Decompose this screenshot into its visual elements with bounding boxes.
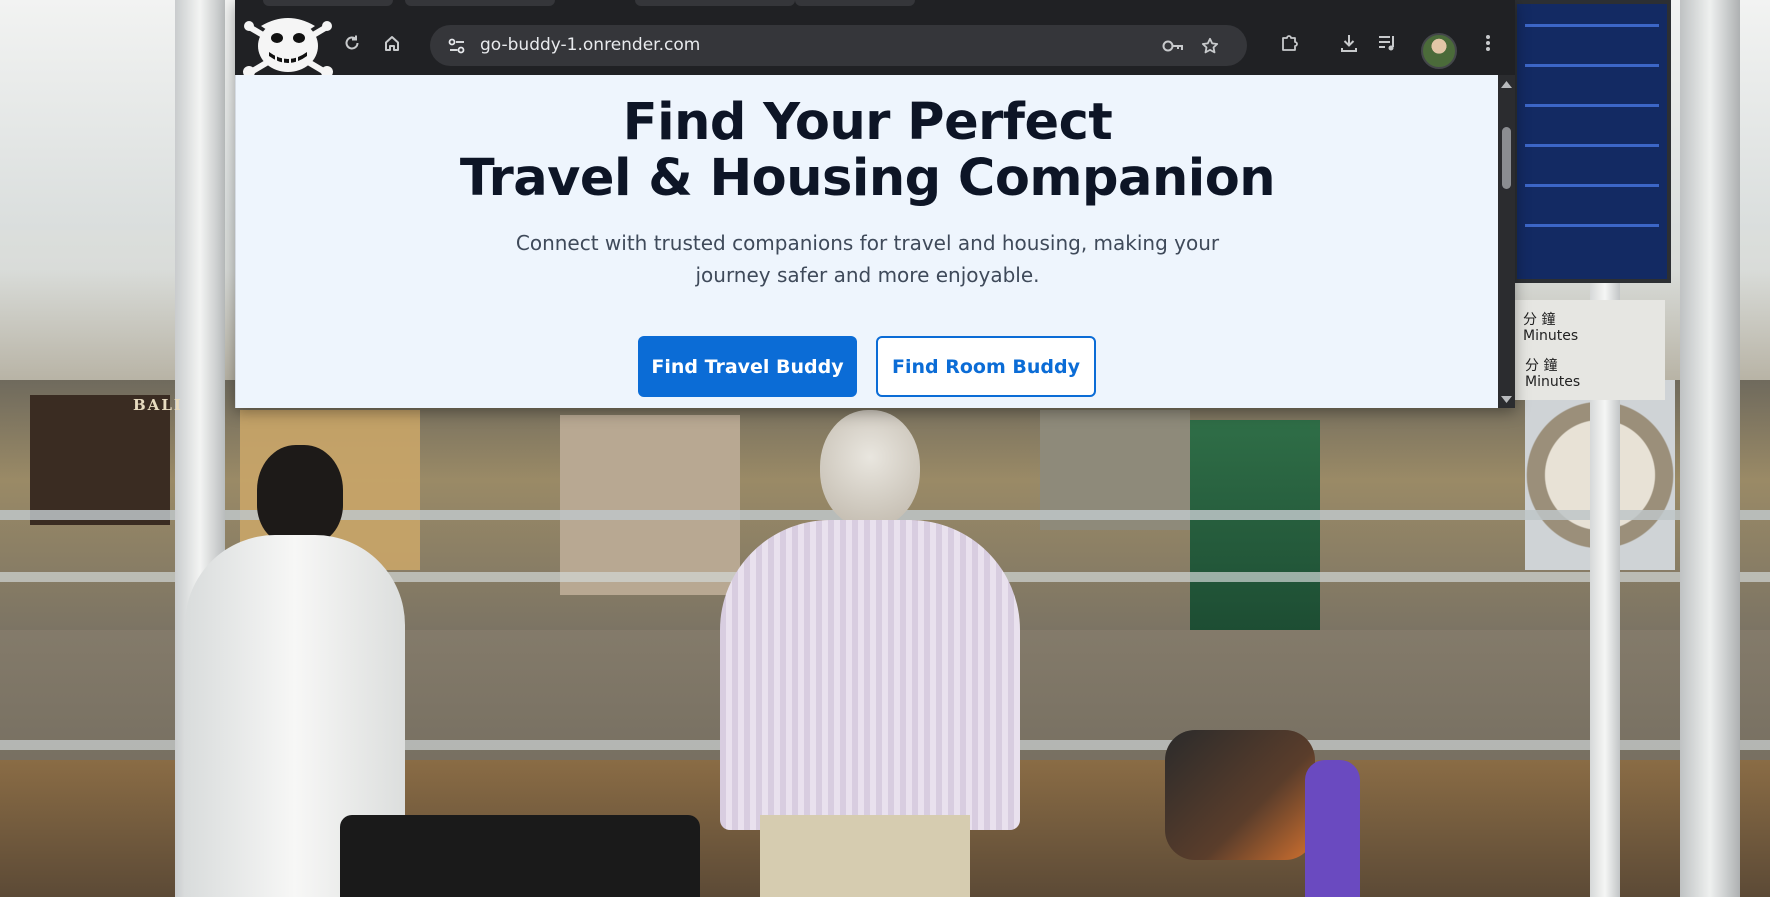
traveler-center: [660, 410, 1120, 897]
url-text[interactable]: go-buddy-1.onrender.com: [480, 25, 700, 66]
minutes-sign-cn-2: 分 鐘: [1525, 358, 1558, 374]
hero-subtitle-line-1: Connect with trusted companions for trav…: [515, 231, 1220, 255]
download-icon[interactable]: [1332, 26, 1366, 60]
jolly-roger-skull-logo[interactable]: [243, 14, 333, 78]
home-icon[interactable]: [375, 26, 409, 60]
key-icon[interactable]: [1156, 29, 1190, 63]
scroll-up-arrow-icon[interactable]: [1500, 79, 1513, 89]
reload-icon[interactable]: [335, 26, 369, 60]
browser-toolbar: go-buddy-1.onrender.com: [235, 6, 1515, 78]
star-icon[interactable]: [1193, 29, 1227, 63]
site-info-icon[interactable]: [440, 29, 474, 63]
luggage-cart: [1145, 700, 1375, 897]
hero-title-line-1: Find Your Perfect: [622, 93, 1113, 152]
minutes-sign-en-2: Minutes: [1525, 374, 1581, 390]
kebab-menu-icon[interactable]: [1471, 26, 1505, 60]
page-scrollbar[interactable]: [1498, 75, 1515, 408]
hero-subtitle: Connect with trusted companions for trav…: [236, 227, 1499, 291]
scroll-down-arrow-icon[interactable]: [1500, 394, 1513, 404]
minutes-sign: 分 鐘 Minutes 分 鐘 Minutes: [1515, 300, 1665, 400]
browser-window: go-buddy-1.onrender.com Find Your Perfec…: [235, 0, 1515, 408]
puzzle-icon[interactable]: [1273, 26, 1307, 60]
media-controls-icon[interactable]: [1370, 26, 1404, 60]
find-travel-buddy-button[interactable]: Find Travel Buddy: [638, 336, 857, 397]
minutes-sign-en-1: Minutes: [1523, 328, 1579, 344]
hero-title: Find Your Perfect Travel & Housing Compa…: [236, 95, 1499, 207]
find-room-buddy-button[interactable]: Find Room Buddy: [876, 336, 1096, 397]
hero-subtitle-line-2: journey safer and more enjoyable.: [695, 263, 1040, 287]
address-bar[interactable]: go-buddy-1.onrender.com: [430, 25, 1247, 66]
minutes-sign-cn-1: 分 鐘: [1523, 312, 1556, 328]
profile-avatar[interactable]: [1421, 33, 1457, 69]
store-sign: BALI: [133, 396, 183, 414]
page-viewport: Find Your Perfect Travel & Housing Compa…: [235, 75, 1499, 408]
traveler-left: [165, 445, 700, 897]
hero-title-line-2: Travel & Housing Companion: [459, 149, 1276, 208]
scrollbar-thumb[interactable]: [1502, 127, 1511, 189]
